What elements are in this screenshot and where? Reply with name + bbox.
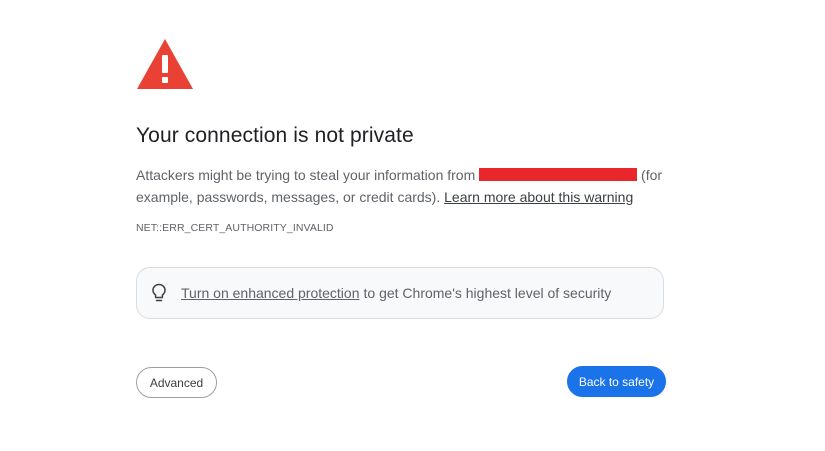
enhanced-protection-banner: Turn on enhanced protection to get Chrom… — [136, 267, 664, 319]
redacted-domain — [479, 168, 638, 181]
learn-more-link[interactable]: Learn more about this warning — [444, 189, 633, 205]
page-title: Your connection is not private — [136, 124, 414, 147]
enhanced-protection-link[interactable]: Turn on enhanced protection — [181, 285, 360, 301]
security-interstitial-page: Your connection is not private Attackers… — [0, 0, 825, 451]
error-code: NET::ERR_CERT_AUTHORITY_INVALID — [136, 222, 334, 234]
lightbulb-icon — [152, 283, 166, 302]
enhanced-protection-text: to get Chrome's highest level of securit… — [363, 285, 612, 301]
message-text-before: Attackers might be trying to steal your … — [136, 167, 480, 183]
warning-message: Attackers might be trying to steal your … — [136, 164, 666, 208]
advanced-button[interactable]: Advanced — [136, 367, 217, 398]
warning-triangle-icon — [137, 39, 193, 89]
back-to-safety-button[interactable]: Back to safety — [567, 366, 666, 397]
